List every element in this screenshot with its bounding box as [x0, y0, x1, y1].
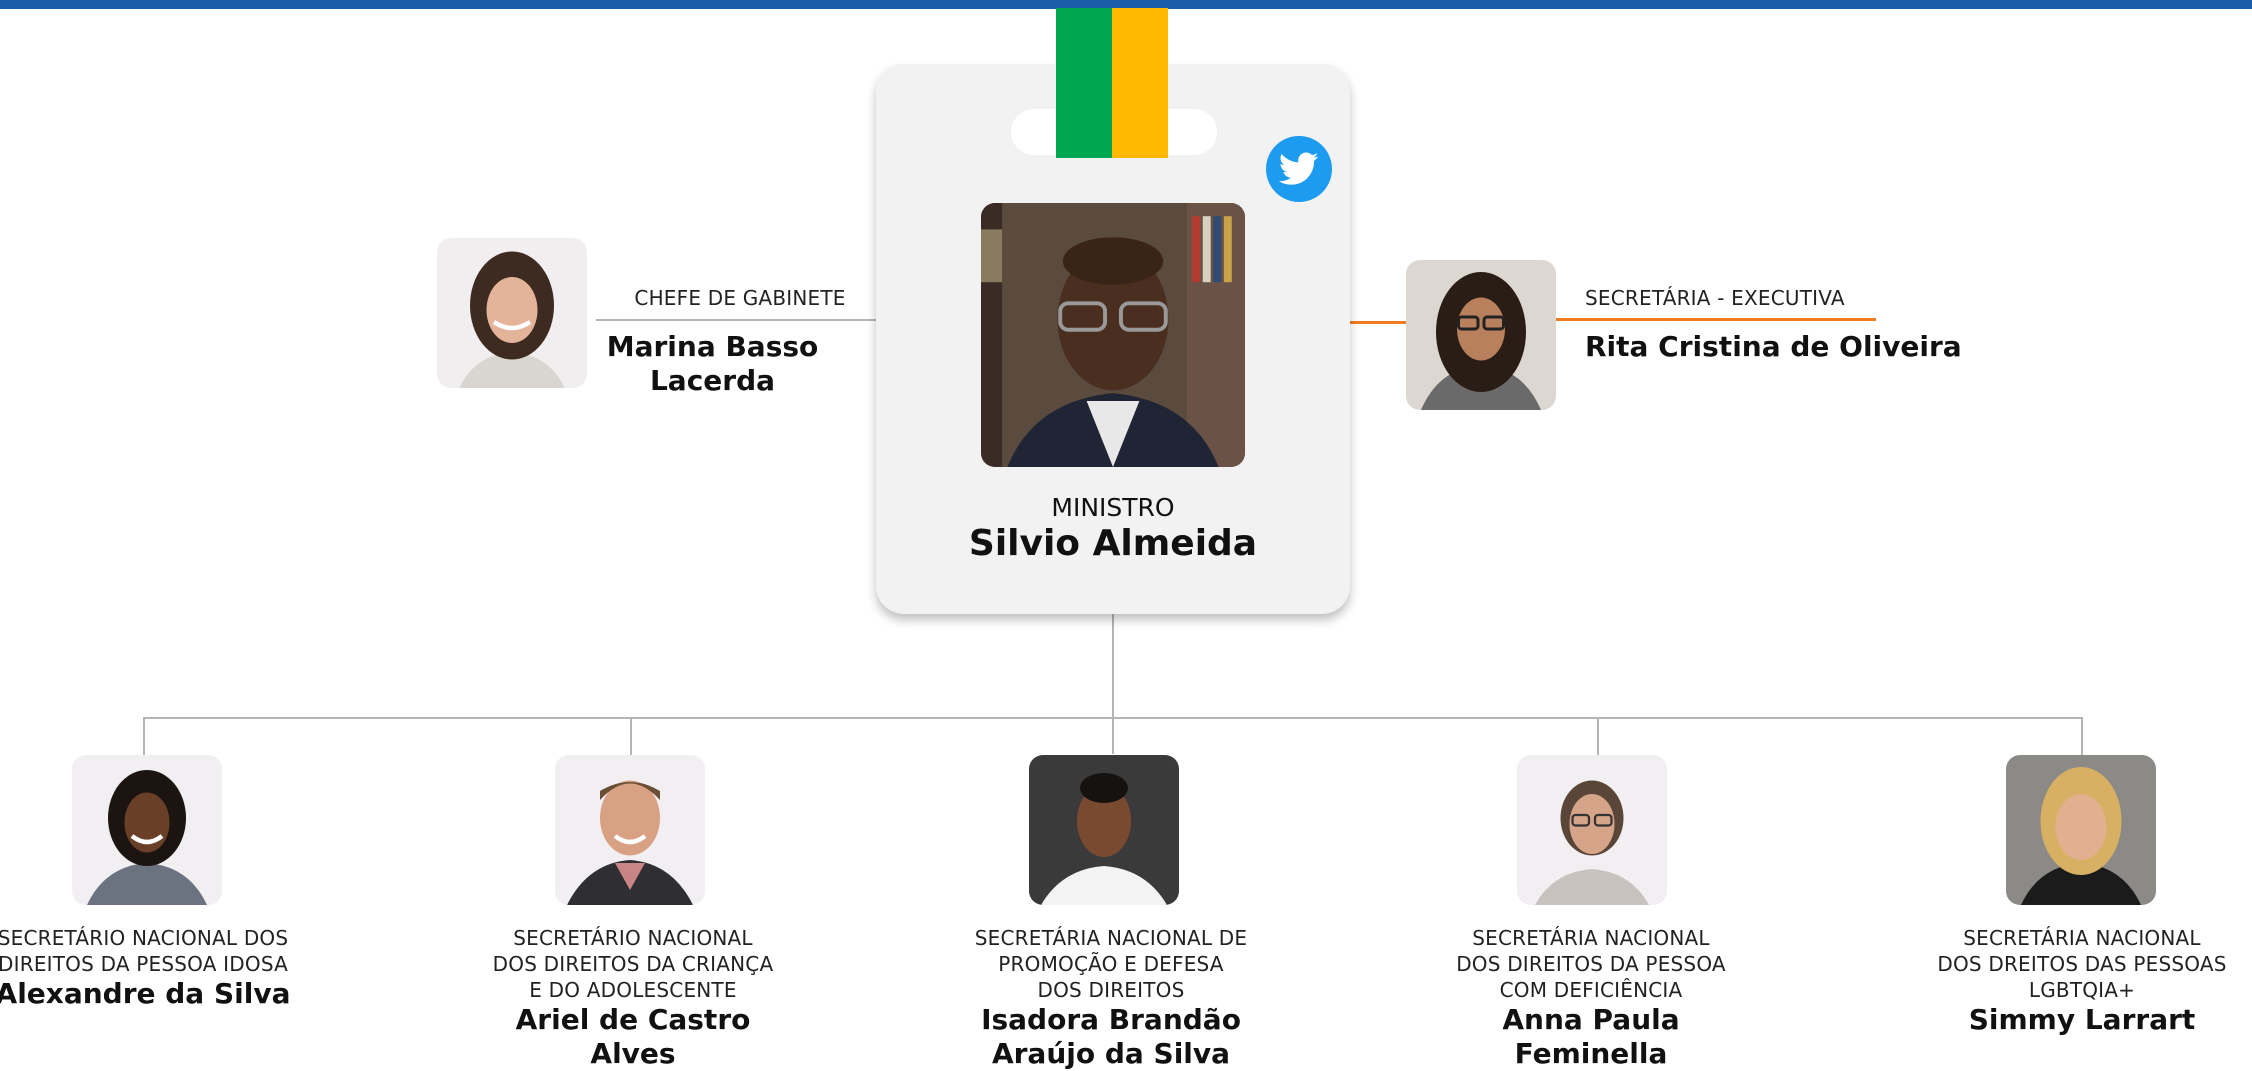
executive-photo — [1406, 260, 1556, 410]
secretary-photo-2 — [555, 755, 705, 905]
chief-name: Marina Basso Lacerda — [606, 330, 819, 397]
secretary-photo-5 — [2006, 755, 2156, 905]
twitter-icon[interactable] — [1266, 136, 1332, 202]
secretary-role: SECRETÁRIA NACIONAL DOS DREITOS DAS PESSO… — [1937, 926, 2227, 1002]
minister-role: MINISTRO — [1051, 493, 1175, 522]
secretary-name: Anna Paula Feminella — [1502, 1003, 1680, 1070]
minister-stem — [1112, 614, 1114, 754]
executive-text: SECRETÁRIA - EXECUTIVA — [1585, 285, 2005, 311]
chief-connector — [596, 319, 876, 321]
minister-text: MINISTRO Silvio Almeida — [876, 493, 1350, 565]
executive-connector-right — [1556, 318, 1876, 321]
chief-photo — [437, 238, 587, 388]
secretary-name: Ariel de Castro Alves — [515, 1003, 751, 1070]
secretary-3: SECRETÁRIA NACIONAL DE PROMOÇÃO E DEFESA D… — [951, 925, 1271, 1071]
secretaries-bus — [143, 717, 2082, 719]
drop-5 — [2081, 717, 2083, 755]
secretary-photo-4 — [1517, 755, 1667, 905]
secretary-5: SECRETÁRIA NACIONAL DOS DREITOS DAS PESSO… — [1922, 925, 2242, 1037]
executive-role: SECRETÁRIA - EXECUTIVA — [1585, 286, 1845, 310]
drop-4 — [1597, 717, 1599, 755]
executive-name-box: Rita Cristina de Oliveira — [1585, 330, 2085, 364]
ribbon-green — [1056, 8, 1112, 158]
secretary-name: Alexandre da Silva — [0, 977, 291, 1010]
drop-1 — [143, 717, 145, 755]
drop-2 — [630, 717, 632, 755]
executive-connector-left — [1350, 321, 1406, 324]
secretary-role: SECRETÁRIA NACIONAL DOS DIREITOS DA PESSO… — [1456, 926, 1726, 1002]
secretary-4: SECRETÁRIA NACIONAL DOS DIREITOS DA PESSO… — [1431, 925, 1751, 1071]
secretary-role: SECRETÁRIA NACIONAL DE PROMOÇÃO E DEFESA D… — [974, 926, 1248, 1002]
secretary-role: SECRETÁRIO NACIONAL DOS DIREITOS DA CRIAN… — [492, 926, 774, 1002]
chief-name-box: Marina Basso Lacerda — [590, 330, 835, 398]
minister-name: Silvio Almeida — [968, 523, 1258, 564]
secretary-photo-3 — [1029, 755, 1179, 905]
secretary-photo-1 — [72, 755, 222, 905]
chief-role: CHEFE DE GABINETE — [634, 286, 846, 310]
secretary-role: SECRETÁRIO NACIONAL DOS DIREITOS DA PESSO… — [0, 926, 289, 976]
secretary-name: Simmy Larrart — [1968, 1003, 2196, 1036]
minister-photo — [981, 203, 1245, 467]
ribbon-yellow — [1112, 8, 1168, 158]
secretary-name: Isadora Brandão Araújo da Silva — [981, 1003, 1241, 1070]
secretary-2: SECRETÁRIO NACIONAL DOS DIREITOS DA CRIAN… — [473, 925, 793, 1071]
secretary-1: SECRETÁRIO NACIONAL DOS DIREITOS DA PESSO… — [0, 925, 303, 1011]
chief-text: CHEFE DE GABINETE — [610, 285, 870, 311]
executive-name: Rita Cristina de Oliveira — [1585, 330, 1962, 363]
